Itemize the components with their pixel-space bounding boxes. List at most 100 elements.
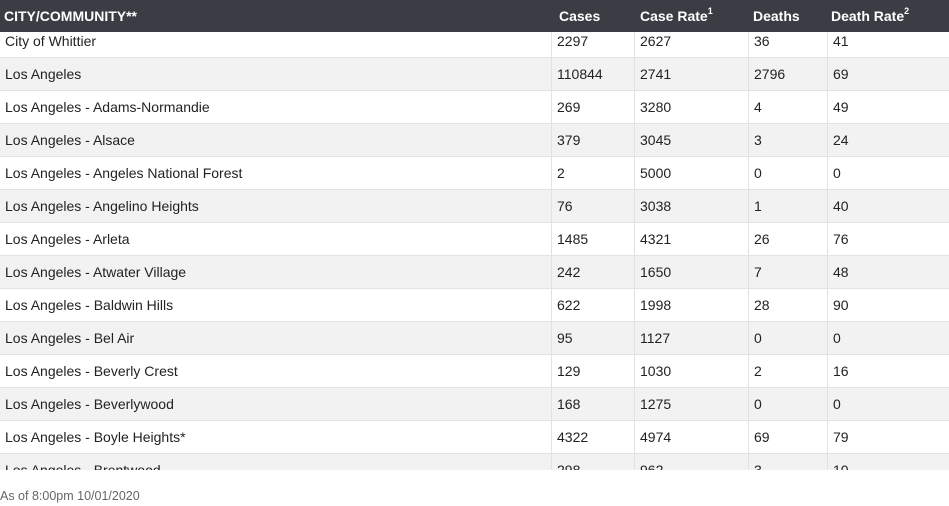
cell-death-rate: 0 bbox=[833, 396, 841, 412]
table-row: Los Angeles - Alsace 379 3045 3 24 bbox=[0, 124, 949, 157]
cell-city: Los Angeles - Beverly Crest bbox=[5, 363, 178, 379]
column-divider bbox=[827, 454, 828, 470]
table-row: Los Angeles - Atwater Village 242 1650 7 48 bbox=[0, 256, 949, 289]
cell-case-rate: 2741 bbox=[640, 66, 672, 82]
column-divider bbox=[748, 355, 749, 388]
cell-deaths: 4 bbox=[754, 99, 762, 115]
column-divider bbox=[634, 421, 635, 454]
cell-death-rate: 10 bbox=[833, 462, 849, 470]
cell-death-rate: 76 bbox=[833, 231, 849, 247]
header-death-rate[interactable]: Death Rate2 bbox=[831, 0, 909, 32]
cell-case-rate: 4321 bbox=[640, 231, 672, 247]
table-row: Los Angeles - Adams-Normandie 269 3280 4 49 bbox=[0, 91, 949, 124]
column-divider bbox=[827, 421, 828, 454]
cell-death-rate: 16 bbox=[833, 363, 849, 379]
column-divider bbox=[551, 289, 552, 322]
cell-death-rate: 69 bbox=[833, 66, 849, 82]
cell-city: Los Angeles - Angelino Heights bbox=[5, 198, 199, 214]
column-divider bbox=[634, 454, 635, 470]
cell-cases: 269 bbox=[557, 99, 581, 115]
cell-case-rate: 5000 bbox=[640, 165, 672, 181]
column-divider bbox=[551, 322, 552, 355]
cell-cases: 2 bbox=[557, 165, 565, 181]
column-divider bbox=[748, 157, 749, 190]
cell-deaths: 2796 bbox=[754, 66, 786, 82]
table-row: Los Angeles - Boyle Heights* 4322 4974 69 79 bbox=[0, 421, 949, 454]
cell-city: Los Angeles - Alsace bbox=[5, 132, 135, 148]
column-divider bbox=[748, 388, 749, 421]
cell-case-rate: 3280 bbox=[640, 99, 672, 115]
cell-death-rate: 49 bbox=[833, 99, 849, 115]
header-deaths[interactable]: Deaths bbox=[753, 0, 800, 32]
cell-case-rate: 1127 bbox=[640, 330, 671, 346]
cell-cases: 298 bbox=[557, 462, 581, 470]
header-cases[interactable]: Cases bbox=[559, 0, 600, 32]
cell-case-rate: 3038 bbox=[640, 198, 672, 214]
cell-deaths: 7 bbox=[754, 264, 762, 280]
header-death-rate-footnote: 2 bbox=[904, 6, 910, 17]
table-row: Los Angeles - Baldwin Hills 622 1998 28 90 bbox=[0, 289, 949, 322]
column-divider bbox=[748, 256, 749, 289]
column-divider bbox=[634, 91, 635, 124]
cell-death-rate: 0 bbox=[833, 165, 841, 181]
column-divider bbox=[827, 355, 828, 388]
cell-death-rate: 90 bbox=[833, 297, 849, 313]
cell-cases: 110844 bbox=[557, 66, 603, 82]
cell-death-rate: 0 bbox=[833, 330, 841, 346]
cell-cases: 242 bbox=[557, 264, 581, 280]
column-divider bbox=[827, 223, 828, 256]
table-row: Los Angeles - Bel Air 95 1127 0 0 bbox=[0, 322, 949, 355]
cell-cases: 168 bbox=[557, 396, 581, 412]
cell-city: Los Angeles - Bel Air bbox=[5, 330, 135, 346]
table-row: Los Angeles - Arleta 1485 4321 26 76 bbox=[0, 223, 949, 256]
table-row: Los Angeles - Angelino Heights 76 3038 1 40 bbox=[0, 190, 949, 223]
cell-cases: 95 bbox=[557, 330, 573, 346]
column-divider bbox=[551, 355, 552, 388]
column-divider bbox=[827, 190, 828, 223]
cell-case-rate: 1275 bbox=[640, 396, 672, 412]
column-divider bbox=[551, 58, 552, 91]
cell-city: Los Angeles - Atwater Village bbox=[5, 264, 187, 280]
header-case-rate[interactable]: Case Rate1 bbox=[640, 0, 713, 32]
column-divider bbox=[634, 223, 635, 256]
column-divider bbox=[634, 322, 635, 355]
column-divider bbox=[827, 322, 828, 355]
table-row: Los Angeles 110844 2741 2796 69 bbox=[0, 58, 949, 91]
column-divider bbox=[551, 223, 552, 256]
cell-cases: 76 bbox=[557, 198, 573, 214]
cell-deaths: 0 bbox=[754, 396, 762, 412]
column-divider bbox=[634, 256, 635, 289]
column-divider bbox=[634, 157, 635, 190]
cell-deaths: 69 bbox=[754, 429, 770, 445]
column-divider bbox=[827, 58, 828, 91]
cell-case-rate: 3045 bbox=[640, 132, 672, 148]
column-divider bbox=[748, 421, 749, 454]
column-divider bbox=[551, 421, 552, 454]
column-divider bbox=[551, 256, 552, 289]
column-divider bbox=[748, 289, 749, 322]
table-header: CITY/COMMUNITY** Cases Case Rate1 Deaths… bbox=[0, 0, 949, 32]
column-divider bbox=[827, 91, 828, 124]
cell-city: Los Angeles - Brentwood bbox=[5, 462, 161, 470]
column-divider bbox=[748, 322, 749, 355]
cell-city: Los Angeles - Boyle Heights* bbox=[5, 429, 186, 445]
column-divider bbox=[748, 223, 749, 256]
table-row: Los Angeles - Beverlywood 168 1275 0 0 bbox=[0, 388, 949, 421]
cell-cases: 1485 bbox=[557, 231, 589, 247]
cell-deaths: 0 bbox=[754, 330, 762, 346]
cell-city: Los Angeles bbox=[5, 66, 82, 82]
data-table: City of Whittier 2297 2627 36 41 Los Angeles 1… bbox=[0, 0, 949, 470]
cell-cases: 129 bbox=[557, 363, 581, 379]
cell-city: Los Angeles - Adams-Normandie bbox=[5, 99, 210, 115]
cell-deaths: 2 bbox=[754, 363, 762, 379]
cell-cases: 4322 bbox=[557, 429, 589, 445]
column-divider bbox=[551, 454, 552, 470]
column-divider bbox=[748, 58, 749, 91]
cell-death-rate: 40 bbox=[833, 198, 849, 214]
column-divider bbox=[551, 124, 552, 157]
column-divider bbox=[827, 124, 828, 157]
table-row: Los Angeles - Angeles National Forest 2 50… bbox=[0, 157, 949, 190]
cell-city: Los Angeles - Angeles National Forest bbox=[5, 165, 243, 181]
header-city[interactable]: CITY/COMMUNITY** bbox=[4, 0, 137, 32]
column-divider bbox=[748, 91, 749, 124]
